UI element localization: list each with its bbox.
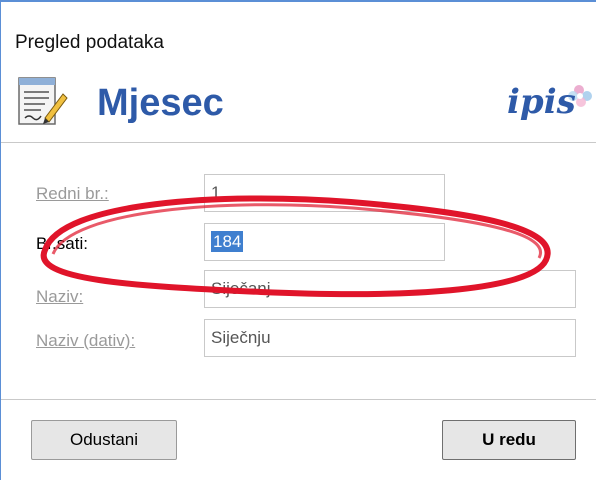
selected-text: 184: [211, 231, 244, 252]
naziv-field[interactable]: Siječanj: [204, 270, 576, 308]
redni-br-field[interactable]: 1: [204, 174, 445, 212]
label-naziv-dativ: Naziv (dativ):: [36, 331, 136, 350]
ok-button[interactable]: U redu: [442, 420, 576, 460]
header-divider: [1, 142, 596, 143]
label-redni-br: Redni br.:: [36, 184, 109, 203]
naziv-dativ-field[interactable]: Siječnju: [204, 319, 576, 357]
br-sati-field[interactable]: 184: [204, 223, 445, 261]
dialog-window: Pregled podataka Mjesec ipis Redni br.: …: [0, 0, 596, 480]
label-br-sati: Br.sati:: [36, 234, 88, 253]
footer-divider: [1, 399, 596, 400]
page-title: Mjesec: [97, 82, 224, 124]
window-title: Pregled podataka: [15, 32, 164, 53]
cancel-button[interactable]: Odustani: [31, 420, 177, 460]
logo-text: ipis: [507, 82, 576, 122]
label-naziv: Naziv:: [36, 287, 84, 306]
ipis-logo: ipis: [501, 78, 593, 134]
document-edit-icon: [18, 77, 68, 125]
